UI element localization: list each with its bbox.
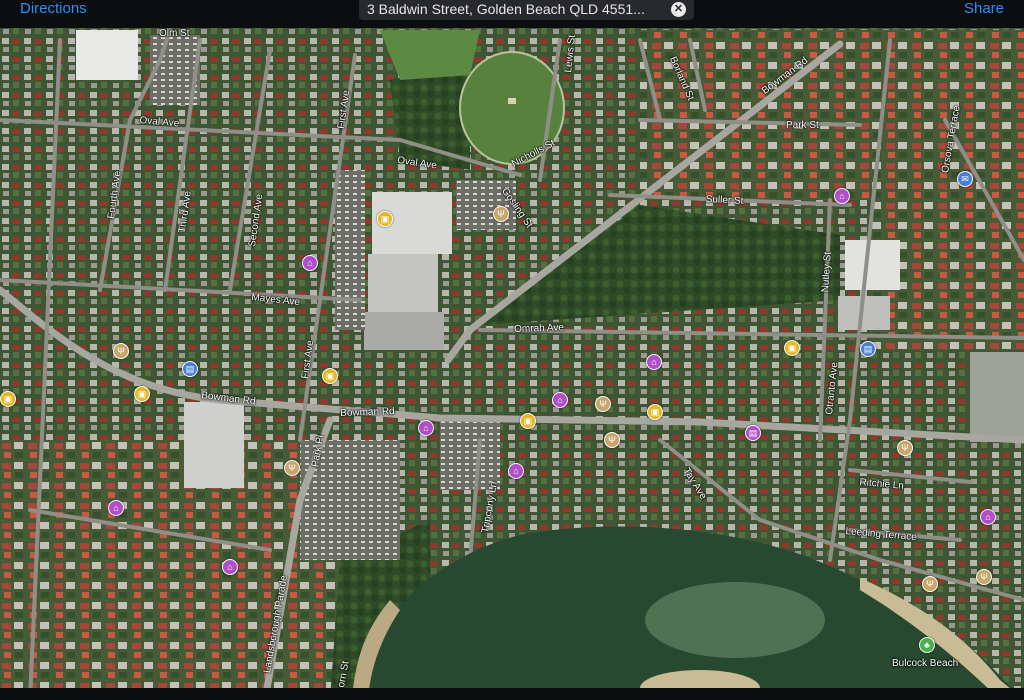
bed-icon[interactable]: ⌂: [834, 188, 850, 204]
restaurant-icon[interactable]: Ψ: [922, 576, 938, 592]
place-label-bulcock-beach: Bulcock Beach: [892, 658, 959, 669]
bed-icon[interactable]: ⌂: [108, 500, 124, 516]
park-icon[interactable]: ♣: [919, 637, 935, 653]
street-label-olm-st: Olm St: [159, 28, 190, 39]
shopping-bag-icon[interactable]: ▣: [647, 404, 663, 420]
top-toolbar: Directions 3 Baldwin Street, Golden Beac…: [0, 0, 1024, 28]
bottom-bar: [0, 688, 1024, 700]
restaurant-icon[interactable]: Ψ: [595, 396, 611, 412]
bed-icon[interactable]: ⌂: [302, 255, 318, 271]
bed-icon[interactable]: ⌂: [418, 420, 434, 436]
shopping-bag-icon[interactable]: ▣: [377, 211, 393, 227]
shopping-bag-icon[interactable]: ▣: [520, 413, 536, 429]
street-label-suller-st: Suller St: [705, 194, 744, 207]
street-label-omrah-ave: Omrah Ave: [514, 322, 565, 335]
restaurant-icon[interactable]: Ψ: [604, 432, 620, 448]
restaurant-icon[interactable]: Ψ: [976, 569, 992, 585]
directions-button[interactable]: Directions: [20, 0, 87, 28]
search-field[interactable]: 3 Baldwin Street, Golden Beach QLD 4551.…: [359, 0, 694, 20]
mail-icon[interactable]: ✉: [957, 171, 973, 187]
bed-icon[interactable]: ⌂: [980, 509, 996, 525]
shopping-bag-icon[interactable]: ▣: [322, 368, 338, 384]
shopping-bag-icon[interactable]: ▣: [0, 391, 16, 407]
street-label-bowman-rd-central: Bowman Rd: [340, 406, 395, 419]
street-label-park-st: Park St: [786, 120, 819, 131]
bed-icon[interactable]: ⌂: [508, 463, 524, 479]
bank-icon[interactable]: ▤: [745, 425, 761, 441]
bank-icon[interactable]: ▤: [182, 361, 198, 377]
restaurant-icon[interactable]: Ψ: [493, 206, 509, 222]
bed-icon[interactable]: ⌂: [222, 559, 238, 575]
clear-search-icon[interactable]: ✕: [671, 2, 686, 17]
shopping-bag-icon[interactable]: ▣: [784, 340, 800, 356]
bed-icon[interactable]: ⌂: [552, 392, 568, 408]
search-input[interactable]: 3 Baldwin Street, Golden Beach QLD 4551.…: [367, 0, 662, 20]
restaurant-icon[interactable]: Ψ: [113, 343, 129, 359]
restaurant-icon[interactable]: Ψ: [284, 460, 300, 476]
share-button[interactable]: Share: [964, 0, 1004, 28]
shopping-bag-icon[interactable]: ▣: [134, 386, 150, 402]
restaurant-icon[interactable]: Ψ: [897, 440, 913, 456]
bed-icon[interactable]: ⌂: [646, 354, 662, 370]
bank-icon[interactable]: ▤: [860, 341, 876, 357]
